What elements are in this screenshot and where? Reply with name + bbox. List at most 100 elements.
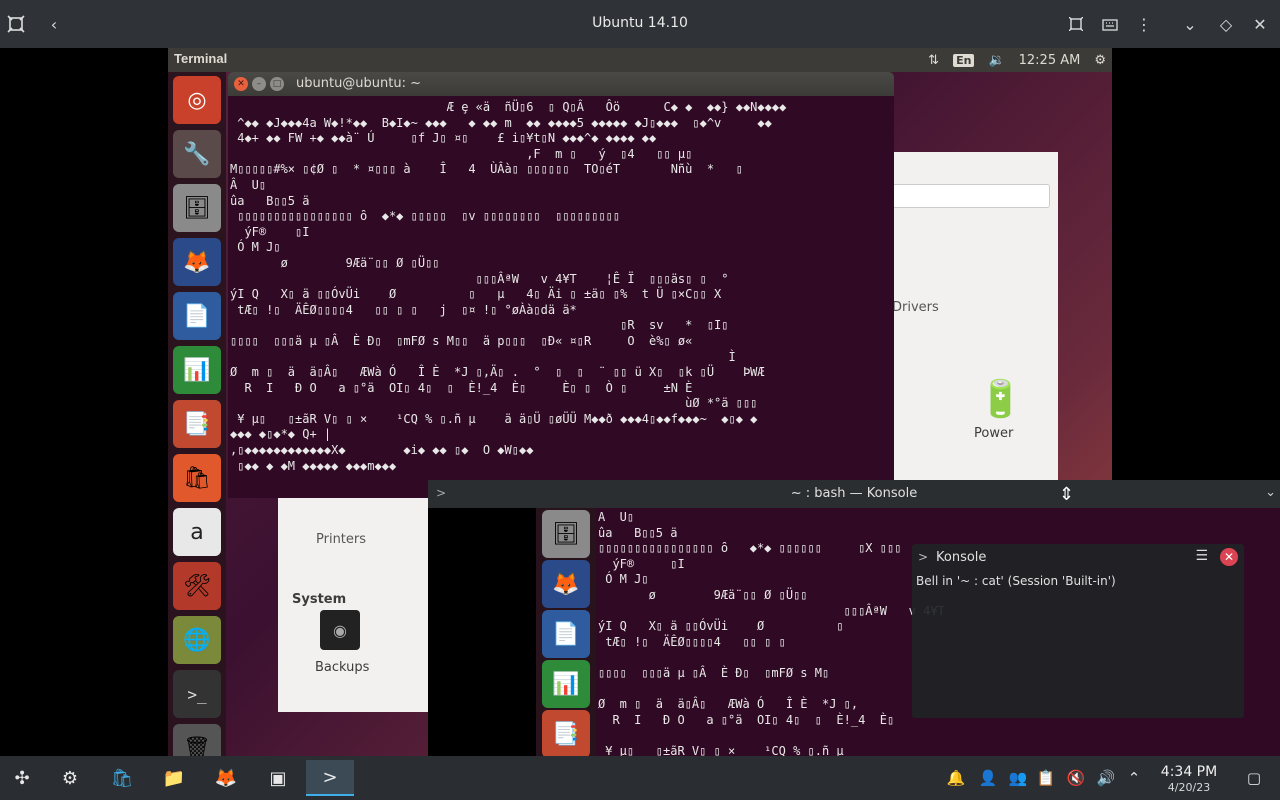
impress-app-icon[interactable]: 📑 <box>173 400 221 448</box>
konsole-task-icon[interactable]: > <box>306 760 354 796</box>
keyboard-icon[interactable] <box>1098 12 1122 36</box>
taskbar-clock-date[interactable]: 4/20/23 <box>1156 781 1222 794</box>
notification-title: Konsole <box>936 550 987 565</box>
backups-item-label[interactable]: Backups <box>315 660 369 675</box>
mouse-cursor-icon: ⇕ <box>1059 484 1075 505</box>
users-switch-icon[interactable]: 👥 <box>1008 768 1028 788</box>
volume-muted-icon[interactable]: 🔇 <box>1066 768 1086 788</box>
fullscreen-icon[interactable] <box>1064 12 1088 36</box>
terminal-line: ▯▯▯ÂªW v 4¥T ¦Ê Ï ▯▯▯äs▯ ▯ ° <box>230 271 729 286</box>
konsole-line: ¥ µ▯ ▯±ãR V▯ ▯ × ¹CQ % ▯.ñ µ <box>598 743 844 756</box>
file-manager-icon[interactable]: 📁 <box>154 760 194 796</box>
konsole-line: ûa B▯▯5 ä <box>598 525 678 540</box>
writer-app-icon: 📄 <box>542 610 590 658</box>
system-settings-icon[interactable]: ⚙ <box>50 760 90 796</box>
printers-item-label[interactable]: Printers <box>316 532 366 547</box>
firefox-app-icon[interactable]: 🦊 <box>173 238 221 286</box>
volume-icon[interactable]: 🔉 <box>988 53 1004 68</box>
power-icon: 🔋 <box>978 379 1023 420</box>
viewer-titlebar: ‹ Ubuntu 14.10 ⋮ ⌄ ◇ ✕ <box>0 0 1280 48</box>
close-window-button[interactable]: ✕ <box>234 77 248 91</box>
application-launcher-icon[interactable]: ✣ <box>2 760 42 796</box>
terminal-title: ubuntu@ubuntu: ~ <box>296 76 422 91</box>
diamond-icon[interactable]: ◇ <box>1214 12 1238 36</box>
system-tools-app-icon[interactable]: 🛠 <box>173 562 221 610</box>
terminal-line: ýF® ▯I <box>230 224 310 239</box>
system-section-heading: System <box>292 592 347 607</box>
notifications-bell-icon[interactable]: 🔔 <box>946 768 966 788</box>
terminal-line: Â U▯ <box>230 177 267 192</box>
terminal-line: ▯R sv * ▯I▯ <box>230 318 729 333</box>
terminal-line: Ó M J▯ <box>230 240 281 255</box>
back-icon[interactable]: ‹ <box>42 12 66 36</box>
app-logo-icon[interactable] <box>4 12 28 36</box>
terminal-line: M▯▯▯▯▯#%× ▯¢Ø ▯ * ¤▯▯▯ à Î 4 ÙÂà▯ ▯▯▯▯▯▯… <box>230 162 743 177</box>
kde-taskbar: ✣ ⚙ 🛍 📁 🦊 ▣ > 🔔 👤 👥 📋 🔇 🔊 ⌃ ▢ <box>0 756 1280 800</box>
terminal-line: ▯▯▯▯ ▯▯▯ä µ ▯Â È Ð▯ ▯mFØ s M▯▯ ä p▯▯▯ ▯Ð… <box>230 333 693 348</box>
discover-store-icon[interactable]: 🛍 <box>102 760 142 796</box>
files-app-icon: 🗄 <box>542 510 590 558</box>
terminal-line: ùØ *°ä ▯▯▯ <box>230 396 758 411</box>
terminal-line: ◆◆◆ ◆▯◆*◆ Q+ | <box>230 427 332 442</box>
taskbar-clock-time[interactable]: 4:34 PM <box>1156 764 1222 780</box>
panel-clock[interactable]: 12:25 AM <box>1019 53 1081 68</box>
terminal-line: ▯◆◆ ◆ ◆M ◆◆◆◆◆ ◆◆◆m◆◆◆ <box>230 458 397 473</box>
power-item-label[interactable]: Power <box>974 426 1013 441</box>
minimize-window-button[interactable]: – <box>252 77 266 91</box>
notification-body: Bell in '~ : cat' (Session 'Built-in') <box>916 574 1116 588</box>
settings-gear-icon[interactable]: ⚙ <box>1094 53 1106 68</box>
terminal-line: ,▯◆◆◆◆◆◆◆◆◆◆◆◆X◆ ◆i◆ ◆◆ ▯◆ O ◆W▯◆◆ <box>230 443 534 458</box>
terminal-line: tÆ▯ !▯ ÄÊØ▯▯▯▯4 ▯▯ ▯ ▯ j ▯¤ !▯ °øÀà▯dä ä… <box>230 302 577 317</box>
remote-viewer-icon[interactable]: ▣ <box>258 760 298 796</box>
ubuntu-dash-icon[interactable]: ◎ <box>173 76 221 124</box>
volume-icon[interactable]: 🔊 <box>1096 768 1116 788</box>
keyboard-layout-indicator[interactable]: En <box>953 53 975 67</box>
terminal-line: ûa B▯▯5 ä <box>230 193 310 208</box>
drivers-item-label[interactable]: Drivers <box>892 300 939 315</box>
workspaces-app-icon[interactable]: 🌐 <box>173 616 221 664</box>
terminal-line: ▯▯▯▯▯▯▯▯▯▯▯▯▯▯▯▯ ȏ ◆*◆ ▯▯▯▯▯ ▯v ▯▯▯▯▯▯▯▯… <box>230 209 621 224</box>
impress-app-icon: 📑 <box>542 710 590 756</box>
close-icon[interactable]: ✕ <box>1248 12 1272 36</box>
terminal-app-icon[interactable]: >_ <box>173 670 221 718</box>
chevron-up-icon[interactable]: ⌃ <box>1124 768 1144 788</box>
terminal-line: ø 9Æä¨▯▯ Ø ▯Ü▯▯ <box>230 255 440 270</box>
more-icon[interactable]: ⋮ <box>1132 12 1156 36</box>
notification-settings-icon[interactable]: ☰ <box>1195 548 1208 564</box>
clipboard-icon[interactable]: 📋 <box>1036 768 1056 788</box>
konsole-titlebar[interactable]: > ~ : bash — Konsole ⌄ <box>428 480 1280 508</box>
konsole-line: A U▯ <box>598 510 635 524</box>
software-center-app-icon[interactable]: 🛍 <box>173 454 221 502</box>
terminal-line: Ø m ▯ ä ä▯Â▯ ÆWà Ó Î È *J ▯,Ä▯ . ° ▯ ▯ ¨… <box>230 365 765 380</box>
ubuntu-top-panel: Terminal ⇅ En 🔉 12:25 AM ⚙ <box>168 48 1112 72</box>
settings-search-field[interactable] <box>890 184 1050 208</box>
terminal-output[interactable]: Æ ȩ «ä ñÜ▯6 ▯ Q▯Â Ôö C◆ ◆ ◆◆} ◆◆N◆◆◆◆ ^◆… <box>228 96 894 498</box>
konsole-embedded-launcher: 🗄 🦊 📄 📊 📑 <box>536 508 596 756</box>
system-settings-app-icon[interactable]: 🔧 <box>173 130 221 178</box>
amazon-app-icon[interactable]: a <box>173 508 221 556</box>
maximize-window-button[interactable]: □ <box>270 77 284 91</box>
terminal-titlebar[interactable]: ✕ – □ ubuntu@ubuntu: ~ <box>228 72 894 96</box>
terminal-line: Æ ȩ «ä ñÜ▯6 ▯ Q▯Â Ôö C◆ ◆ ◆◆} ◆◆N◆◆◆◆ <box>230 100 787 114</box>
firefox-app-icon: 🦊 <box>542 560 590 608</box>
unity-launcher: ◎ 🔧 🗄 🦊 📄 📊 📑 🛍 a 🛠 🌐 >_ 🗑 <box>168 72 226 756</box>
writer-app-icon[interactable]: 📄 <box>173 292 221 340</box>
ubuntu-terminal-window[interactable]: ✕ – □ ubuntu@ubuntu: ~ Æ ȩ «ä ñÜ▯6 ▯ Q▯Â… <box>228 72 894 498</box>
terminal-line: ,F m ▯ ý ▯4 ▯▯ µ▯ <box>230 146 693 161</box>
show-desktop-icon[interactable]: ▢ <box>1244 768 1264 788</box>
konsole-app-icon: > <box>918 550 929 564</box>
firefox-icon[interactable]: 🦊 <box>206 760 246 796</box>
panel-app-title: Terminal <box>174 51 228 66</box>
terminal-line: ^◆◆ ◆J◆◆◆4a W◆!*◆◆ B◆I◆~ ◆◆◆ ◆ ◆◆ m ◆◆ ◆… <box>230 115 772 130</box>
konsole-notification[interactable]: > Konsole ☰ ✕ Bell in '~ : cat' (Session… <box>912 544 1244 718</box>
chevron-down-icon[interactable]: ⌄ <box>1265 485 1276 500</box>
trash-app-icon[interactable]: 🗑 <box>173 724 221 756</box>
chevron-down-icon[interactable]: ⌄ <box>1178 12 1202 36</box>
konsole-line <box>598 728 1278 744</box>
window-title: Ubuntu 14.10 <box>592 15 688 31</box>
notification-close-button[interactable]: ✕ <box>1220 548 1238 566</box>
files-app-icon[interactable]: 🗄 <box>173 184 221 232</box>
network-arrows-icon[interactable]: ⇅ <box>928 53 939 68</box>
calc-app-icon[interactable]: 📊 <box>173 346 221 394</box>
user-icon[interactable]: 👤 <box>978 768 998 788</box>
